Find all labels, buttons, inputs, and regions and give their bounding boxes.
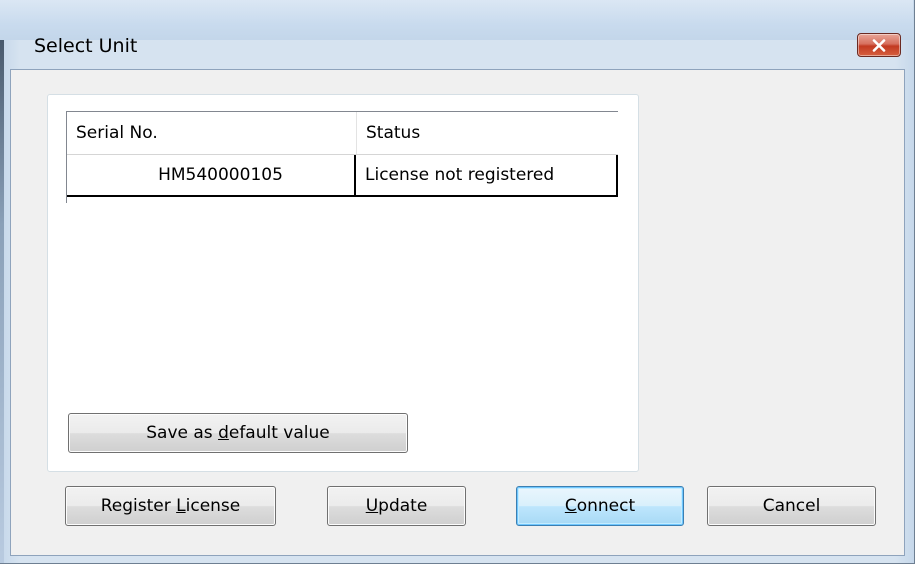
list-header: Serial No. Status (67, 112, 618, 155)
button-mnemonic: L (176, 496, 186, 516)
connect-button[interactable]: Connect (516, 486, 684, 526)
column-header-serial[interactable]: Serial No. (67, 112, 357, 154)
screen: Select Unit Serial No. Status HM54000010… (0, 0, 917, 570)
button-label: icense (185, 496, 241, 516)
close-icon (872, 39, 886, 52)
title-bar[interactable]: Select Unit (0, 0, 913, 57)
cancel-button[interactable]: Cancel (707, 486, 876, 526)
table-row[interactable]: HM540000105 License not registered (67, 155, 618, 197)
column-header-status[interactable]: Status (357, 112, 618, 154)
button-label: efault value (228, 423, 330, 443)
button-label: onnect (576, 496, 636, 516)
update-button[interactable]: Update (327, 486, 466, 526)
close-button[interactable] (857, 33, 901, 57)
button-label: Save as (146, 423, 219, 443)
select-unit-dialog: Select Unit Serial No. Status HM54000010… (0, 0, 915, 564)
register-license-button[interactable]: Register License (65, 486, 276, 526)
button-mnemonic: d (218, 423, 229, 443)
button-label: Register (100, 496, 177, 516)
unit-list[interactable]: Serial No. Status HM540000105 License no… (66, 111, 618, 203)
button-mnemonic: C (564, 496, 577, 516)
unit-group-box: Serial No. Status HM540000105 License no… (47, 94, 639, 472)
button-label: pdate (378, 496, 428, 516)
button-mnemonic: U (365, 496, 379, 516)
status-cell: License not registered (356, 155, 618, 195)
dialog-client-area: Serial No. Status HM540000105 License no… (10, 69, 905, 556)
serial-cell: HM540000105 (67, 155, 356, 195)
window-title: Select Unit (34, 35, 138, 57)
save-as-default-button[interactable]: Save as default value (68, 413, 408, 453)
